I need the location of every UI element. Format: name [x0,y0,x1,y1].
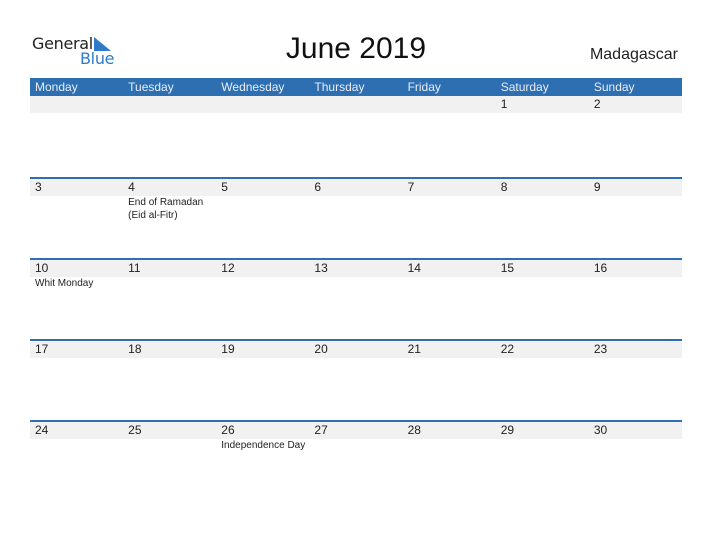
day-cell: 10 Whit Monday [30,260,123,339]
day-number: 25 [128,423,142,437]
day-cell: 30 [589,422,682,501]
day-cell [123,96,216,177]
day-cell: 24 [30,422,123,501]
day-number: 12 [221,261,235,275]
day-cell: 19 [216,341,309,420]
weekday-friday: Friday [407,80,441,94]
day-cell [403,96,496,177]
day-cell: 3 [30,179,123,258]
week-row: 3 4 End of Ramadan (Eid al-Fitr) 5 6 7 8 9 [30,177,682,258]
day-cell [216,96,309,177]
day-cell: 20 [309,341,402,420]
day-number: 14 [407,261,421,275]
day-number [408,96,496,113]
day-cell: 1 [496,96,589,177]
week-cells: 3 4 End of Ramadan (Eid al-Fitr) 5 6 7 8 9 [30,179,682,258]
day-cell [30,96,123,177]
day-cell: 4 End of Ramadan (Eid al-Fitr) [123,179,216,258]
weekday-wednesday: Wednesday [221,80,285,94]
day-cell: 25 [123,422,216,501]
day-number: 16 [593,261,608,275]
day-number: 29 [500,423,515,437]
day-number [221,96,309,113]
holiday-label: End of Ramadan [128,197,204,208]
day-number [314,96,402,113]
day-cell: 29 [496,422,589,501]
day-number: 26 [221,423,235,437]
holiday-label: Whit Monday [35,278,94,289]
day-cell: 8 [496,179,589,258]
week-row: 12 [30,96,682,177]
day-cell [309,96,402,177]
day-number: 1 [500,97,508,111]
day-cell: 28 [403,422,496,501]
day-number: 20 [314,342,328,356]
country-label: Madagascar [589,46,678,63]
week-row: 17 18 19 20 21 22 23 [30,339,682,420]
weekday-saturday: Saturday [500,80,549,94]
day-cell: 7 [403,179,496,258]
day-number: 18 [128,342,142,356]
day-number: 23 [593,342,608,356]
day-number [35,96,123,113]
day-cell: 13 [309,260,402,339]
week-row: 24 25 26 Independence Day 27 28 29 30 [30,420,682,501]
day-number: 13 [314,261,328,275]
day-number: 7 [407,180,415,194]
week-cells: 17 18 19 20 21 22 23 [30,341,682,420]
day-number: 28 [407,423,421,437]
weekday-header: Monday Tuesday Wednesday Thursday Friday Satu… [30,78,682,96]
day-cell: 11 [123,260,216,339]
day-number: 6 [314,180,322,194]
day-number: 19 [221,342,235,356]
weekday-sunday: Sunday [593,80,635,94]
day-cell: 6 [309,179,402,258]
week-cells: 24 25 26 Independence Day 27 28 29 30 [30,422,682,501]
day-cell: 26 Independence Day [216,422,309,501]
day-cell: 12 [216,260,309,339]
day-cell: 17 [30,341,123,420]
holiday-label: Independence Day [221,440,306,451]
day-number: 3 [35,180,42,194]
holiday-label: (Eid al-Fitr) [128,210,178,221]
day-number: 10 [35,261,49,275]
day-cell: 16 [589,260,682,339]
day-number [128,96,216,113]
day-cell: 5 [216,179,309,258]
day-number: 27 [314,423,328,437]
day-number: 30 [593,423,608,437]
weeks-container: 1 2 3 4 End of Ramadan (Eid al-Fitr) 5 6 7 8 9 10 Wh… [30,96,682,501]
day-number: 15 [500,261,515,275]
day-number: 4 [128,180,135,194]
day-number: 24 [35,423,49,437]
day-number: 22 [500,342,515,356]
day-number: 5 [221,180,228,194]
day-cell: 22 [496,341,589,420]
day-number: 17 [35,342,49,356]
day-number: 9 [593,180,601,194]
week-cells: 12 [30,96,682,177]
day-cell: 9 [589,179,682,258]
week-cells: 10 Whit Monday 11 12 13 14 15 16 [30,260,682,339]
day-number: 21 [407,342,421,356]
day-cell: 21 [403,341,496,420]
day-cell: 18 [123,341,216,420]
day-cell: 2 [589,96,682,177]
day-cell: 15 [496,260,589,339]
day-cell: 23 [589,341,682,420]
day-number: 2 [593,97,601,111]
day-number: 11 [128,261,141,275]
weekday-monday: Monday [35,80,78,94]
weekday-tuesday: Tuesday [128,80,174,94]
day-cell: 27 [309,422,402,501]
weekday-thursday: Thursday [314,80,365,94]
day-number: 8 [500,180,508,194]
day-cell: 14 [403,260,496,339]
week-row: 10 Whit Monday 11 12 13 14 15 16 [30,258,682,339]
calendar-grid: Monday Tuesday Wednesday Thursday Friday Satu… [30,78,682,501]
